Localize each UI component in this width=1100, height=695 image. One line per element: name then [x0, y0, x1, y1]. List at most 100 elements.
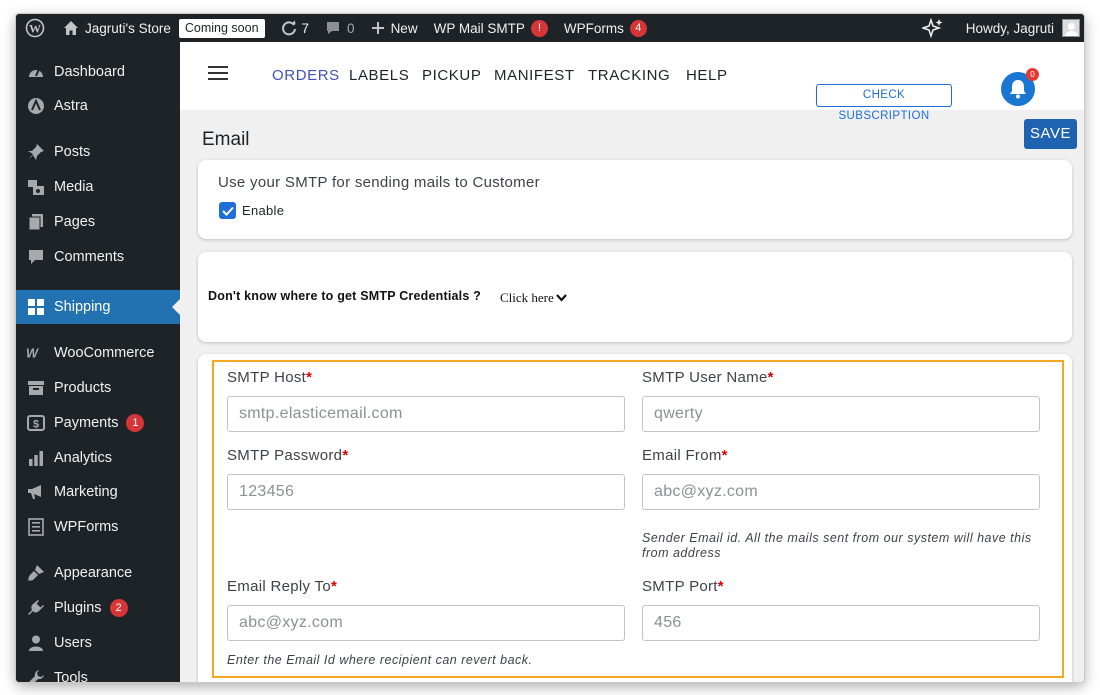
check-subscription-button[interactable]: CHECK SUBSCRIPTION [816, 84, 952, 122]
wordpress-logo-icon[interactable]: W [16, 14, 55, 42]
updates-count: 7 [301, 20, 310, 36]
chevron-down-icon [555, 294, 567, 302]
user-icon [26, 633, 46, 653]
sidebar-item-marketing[interactable]: Marketing [16, 475, 180, 509]
sidebar-item-analytics[interactable]: Analytics [16, 441, 180, 475]
highlight-box: SMTP Host* smtp.elasticemail.com SMTP Us… [212, 360, 1064, 678]
tab-pickup[interactable]: PICKUP [422, 42, 481, 110]
email-reply-to-helper: Enter the Email Id where recipient can r… [227, 653, 533, 667]
click-here-link[interactable]: Click here [500, 290, 567, 306]
payments-badge: 1 [126, 414, 145, 432]
sidebar-item-label: WPForms [54, 519, 119, 535]
sidebar-item-comments[interactable]: Comments [16, 240, 180, 274]
notification-badge: 0 [1026, 68, 1039, 81]
sidebar-item-plugins[interactable]: Plugins 2 [16, 591, 180, 625]
smtp-port-label: SMTP Port* [642, 578, 724, 595]
woo-icon: W [26, 343, 46, 363]
account-menu[interactable]: Howdy, Jagruti [958, 14, 1084, 42]
sidebar-item-posts[interactable]: Posts [16, 135, 180, 169]
site-name: Jagruti's Store [85, 20, 171, 36]
sidebar-item-label: Comments [54, 249, 125, 265]
grid-icon [26, 297, 46, 317]
smtp-password-label: SMTP Password* [227, 447, 349, 464]
credentials-help-card: Don't know where to get SMTP Credentials… [198, 252, 1072, 342]
sidebar-item-tools[interactable]: Tools [16, 661, 180, 682]
wp-mail-smtp-badge: ! [530, 19, 548, 37]
sparkle-icon[interactable] [914, 14, 958, 42]
sidebar-item-products[interactable]: Products [16, 371, 180, 405]
sidebar-item-shipping[interactable]: Shipping [16, 290, 180, 324]
updates-link[interactable]: 7 [273, 14, 318, 42]
sidebar-item-wpforms[interactable]: WPForms [16, 510, 180, 544]
wpforms-link[interactable]: WPForms 4 [556, 14, 655, 42]
plugins-badge: 2 [109, 599, 128, 617]
sidebar-item-label: Tools [54, 670, 88, 682]
new-content-link[interactable]: New [363, 14, 426, 42]
email-reply-to-label: Email Reply To* [227, 578, 338, 595]
enable-label: Enable [242, 203, 285, 218]
tab-labels[interactable]: LABELS [349, 42, 409, 110]
svg-text:$: $ [33, 419, 39, 431]
sidebar-item-label: Shipping [54, 299, 111, 315]
sidebar-item-label: Astra [54, 98, 88, 114]
sidebar-item-label: Analytics [54, 450, 113, 466]
home-icon [64, 21, 78, 35]
sidebar-item-media[interactable]: Media [16, 170, 180, 204]
sidebar-item-woocommerce[interactable]: W WooCommerce [16, 336, 180, 370]
sidebar-item-payments[interactable]: $ Payments 1 [16, 406, 180, 440]
enable-checkbox[interactable] [219, 202, 236, 219]
wrench-icon [26, 668, 46, 682]
sidebar-item-label: Users [54, 635, 92, 651]
tab-tracking[interactable]: TRACKING [588, 42, 670, 110]
save-button[interactable]: SAVE [1024, 119, 1077, 149]
smtp-user-input[interactable]: qwerty [642, 396, 1040, 432]
wpforms-label: WPForms [563, 20, 624, 36]
sidebar-item-appearance[interactable]: Appearance [16, 556, 180, 590]
email-reply-to-input[interactable]: abc@xyz.com [227, 605, 625, 641]
tab-help[interactable]: HELP [686, 42, 728, 110]
avatar [1062, 19, 1080, 37]
sidebar-item-label: Posts [54, 144, 91, 160]
sidebar-item-dashboard[interactable]: Dashboard [16, 55, 180, 89]
comments-count: 0 [347, 20, 355, 36]
plug-icon [26, 598, 46, 618]
comments-link[interactable]: 0 [317, 14, 363, 42]
smtp-host-input[interactable]: smtp.elasticemail.com [227, 396, 625, 432]
coming-soon-badge: Coming soon [178, 18, 265, 38]
sidebar-item-label: Dashboard [54, 64, 125, 80]
bar-chart-icon [26, 448, 46, 468]
smtp-password-input[interactable]: 123456 [227, 474, 625, 510]
form-icon [26, 517, 46, 537]
wp-mail-smtp-link[interactable]: WP Mail SMTP ! [426, 14, 556, 42]
site-name-link[interactable]: Jagruti's Store Coming soon [55, 14, 273, 42]
sidebar-item-label: Pages [54, 214, 96, 230]
sidebar-item-label: Appearance [54, 565, 133, 581]
sidebar-item-pages[interactable]: Pages [16, 205, 180, 239]
howdy-label: Howdy, Jagruti [965, 20, 1054, 36]
sidebar-item-users[interactable]: Users [16, 626, 180, 660]
wp-mail-smtp-label: WP Mail SMTP [433, 20, 525, 36]
sidebar-item-label: WooCommerce [54, 345, 155, 361]
email-from-helper: Sender Email id. All the mails sent from… [642, 531, 1032, 560]
hamburger-menu-icon[interactable] [208, 66, 228, 80]
admin-sidebar: Dashboard Astra Posts Media Pages Commen… [16, 42, 180, 682]
svg-text:W: W [29, 22, 41, 36]
sidebar-item-astra[interactable]: Astra [16, 89, 180, 123]
tab-orders[interactable]: ORDERS [272, 42, 340, 110]
brush-icon [26, 563, 46, 583]
dashboard-icon [26, 62, 46, 82]
click-here-label: Click here [500, 290, 554, 305]
credentials-question: Don't know where to get SMTP Credentials… [208, 289, 481, 303]
comment-icon [26, 247, 46, 267]
sidebar-item-label: Marketing [54, 484, 118, 500]
archive-icon [26, 378, 46, 398]
pages-icon [26, 212, 46, 232]
smtp-settings-card: SMTP Host* smtp.elasticemail.com SMTP Us… [198, 354, 1072, 682]
email-from-input[interactable]: abc@xyz.com [642, 474, 1040, 510]
smtp-user-label: SMTP User Name* [642, 369, 774, 386]
svg-text:W: W [26, 346, 39, 360]
tab-manifest[interactable]: MANIFEST [494, 42, 575, 110]
smtp-port-input[interactable]: 456 [642, 605, 1040, 641]
page-title: Email [202, 129, 250, 150]
sidebar-item-label: Payments [54, 415, 119, 431]
